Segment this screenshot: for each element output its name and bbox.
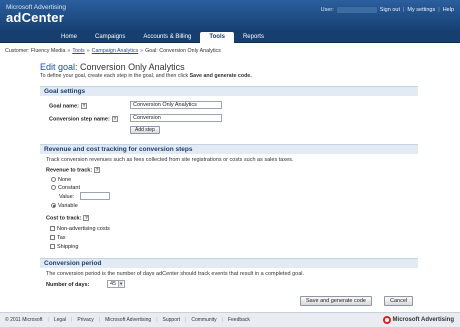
number-of-days-select[interactable]: 45 ▼: [107, 280, 126, 288]
footer-link-legal[interactable]: Legal: [54, 317, 66, 323]
my-settings-link[interactable]: My settings: [407, 7, 435, 13]
microsoft-advertising-logo-icon: [382, 316, 391, 324]
tab-accounts-billing[interactable]: Accounts & Billing: [134, 32, 200, 43]
revenue-description: Track conversion revenues such as fees c…: [46, 157, 294, 163]
checkbox-tax[interactable]: [50, 235, 55, 241]
goal-name-label: Goal name:?: [49, 103, 87, 110]
constant-value-input[interactable]: [80, 192, 110, 200]
radio-none[interactable]: [51, 177, 56, 183]
tab-campaigns[interactable]: Campaigns: [86, 32, 134, 43]
checkbox-shipping[interactable]: [50, 244, 55, 250]
footer-link-feedback[interactable]: Feedback: [228, 317, 250, 323]
help-icon[interactable]: ?: [80, 103, 87, 109]
cost-option-shipping[interactable]: Shipping: [50, 244, 78, 250]
main-nav: Home Campaigns Accounts & Billing Tools …: [0, 32, 460, 43]
breadcrumb: Customer: Fluency Media » Tools » Campai…: [5, 48, 221, 54]
revenue-cost-heading: Revenue and cost tracking for conversion…: [40, 144, 418, 154]
user-bar: User: Sign out | My settings | Help: [320, 7, 454, 13]
sign-out-link[interactable]: Sign out: [380, 7, 400, 13]
breadcrumb-customer: Customer: Fluency Media: [5, 48, 66, 54]
tab-tools[interactable]: Tools: [200, 32, 234, 43]
microsoft-advertising-logo: Microsoft Advertising: [382, 316, 454, 324]
breadcrumb-campaign-analytics[interactable]: Campaign Analytics: [92, 48, 139, 54]
revenue-option-constant[interactable]: Constant: [51, 185, 80, 191]
footer-copyright: © 2011 Microsoft: [5, 317, 43, 323]
footer-link-privacy[interactable]: Privacy: [77, 317, 93, 323]
page-title: Edit goal: Conversion Only Analytics: [40, 62, 185, 72]
conversion-step-name-label: Conversion step name:?: [49, 116, 118, 123]
tab-home[interactable]: Home: [52, 32, 86, 43]
cost-option-tax[interactable]: Tax: [50, 235, 66, 241]
number-of-days-label: Number of days:: [46, 282, 90, 288]
dropdown-arrow-icon: ▼: [118, 281, 124, 287]
conversion-step-name-input[interactable]: [130, 114, 222, 122]
save-and-generate-code-button[interactable]: Save and generate code: [300, 296, 372, 306]
help-icon[interactable]: ?: [94, 167, 101, 173]
help-icon[interactable]: ?: [111, 116, 118, 122]
breadcrumb-tools[interactable]: Tools: [72, 48, 84, 54]
revenue-to-track-label: Revenue to track:?: [46, 167, 101, 174]
cost-to-track-label: Cost to track:?: [46, 215, 90, 222]
radio-constant[interactable]: [51, 185, 56, 191]
help-link[interactable]: Help: [443, 7, 454, 13]
help-icon[interactable]: ?: [83, 215, 90, 221]
footer-link-support[interactable]: Support: [163, 317, 181, 323]
cancel-button[interactable]: Cancel: [384, 296, 414, 306]
user-label: User:: [320, 7, 334, 13]
revenue-option-none[interactable]: None: [51, 177, 71, 183]
goal-title-value: Conversion Only Analytics: [80, 62, 185, 72]
footer-links: © 2011 Microsoft | Legal | Privacy | Mic…: [5, 317, 250, 323]
footer-link-community[interactable]: Community: [191, 317, 216, 323]
logo-product-name: adCenter: [6, 10, 64, 25]
header-bar: Microsoft Advertising adCenter User: Sig…: [0, 0, 460, 32]
tab-reports[interactable]: Reports: [234, 32, 273, 43]
conversion-period-description: The conversion period is the number of d…: [46, 271, 305, 277]
number-of-days-value: 45: [110, 281, 117, 287]
conversion-period-heading: Conversion period: [40, 258, 418, 268]
cost-option-non-advertising[interactable]: Non-advertising costs: [50, 226, 110, 232]
goal-settings-heading: Goal settings: [40, 86, 418, 96]
checkbox-non-advertising[interactable]: [50, 226, 55, 232]
footer-link-microsoft-advertising[interactable]: Microsoft Advertising: [105, 317, 151, 323]
revenue-option-variable[interactable]: Variable: [51, 203, 78, 209]
add-step-button[interactable]: Add step: [130, 126, 160, 134]
breadcrumb-current: Goal: Conversion Only Analytics: [145, 48, 221, 54]
main-content: Edit goal: Conversion Only Analytics To …: [40, 62, 418, 79]
footer: © 2011 Microsoft | Legal | Privacy | Mic…: [0, 312, 460, 327]
user-name-redacted: [336, 7, 377, 13]
adcenter-logo[interactable]: Microsoft Advertising adCenter: [6, 4, 66, 25]
goal-name-input[interactable]: [130, 101, 222, 109]
radio-variable[interactable]: [51, 203, 56, 209]
intro-text: To define your goal, create each step in…: [40, 73, 252, 79]
constant-value-label: Value:: [59, 194, 75, 200]
